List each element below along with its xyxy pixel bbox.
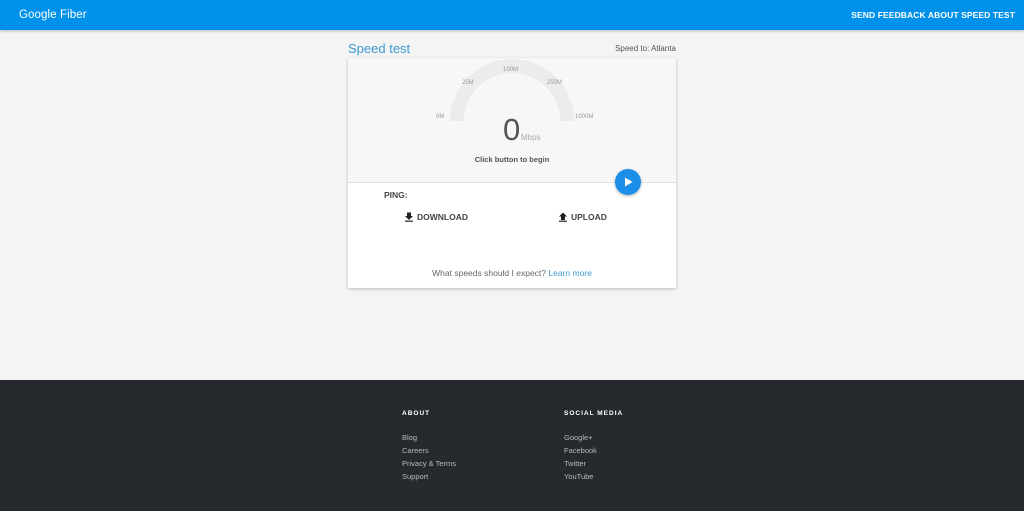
play-icon bbox=[625, 177, 633, 187]
footer-social-column: SOCIAL MEDIA Google+ Facebook Twitter Yo… bbox=[564, 410, 623, 483]
gauge-tick-0m: 0M bbox=[436, 114, 445, 120]
gauge-status-text: Click button to begin bbox=[474, 155, 550, 164]
footer-link-google-plus[interactable]: Google+ bbox=[564, 431, 623, 444]
send-feedback-link[interactable]: SEND FEEDBACK ABOUT SPEED TEST bbox=[851, 10, 1015, 20]
gauge-panel: 0M 25M 100M 250M 1000M 0 Mbps Click butt… bbox=[348, 58, 676, 183]
gauge-tick-25m: 25M bbox=[462, 80, 474, 86]
speed-to-server: Speed to: Atlanta bbox=[615, 43, 676, 53]
upload-label: UPLOAD bbox=[571, 212, 607, 222]
footer-link-facebook[interactable]: Facebook bbox=[564, 444, 623, 457]
speed-test-card: 0M 25M 100M 250M 1000M 0 Mbps Click butt… bbox=[348, 58, 676, 288]
footer-link-careers[interactable]: Careers bbox=[402, 444, 456, 457]
footer-link-youtube[interactable]: YouTube bbox=[564, 470, 623, 483]
top-bar: Google Fiber SEND FEEDBACK ABOUT SPEED T… bbox=[0, 0, 1024, 30]
page-title: Speed test bbox=[348, 40, 411, 56]
footer-about-heading: ABOUT bbox=[402, 410, 431, 417]
expect-question: What speeds should I expect? bbox=[432, 268, 547, 278]
download-icon bbox=[405, 212, 413, 222]
upload-icon bbox=[559, 212, 567, 222]
footer-about-column: ABOUT Blog Careers Privacy & Terms Suppo… bbox=[402, 410, 456, 483]
gauge-tick-250m: 250M bbox=[547, 80, 563, 86]
footer-link-twitter[interactable]: Twitter bbox=[564, 457, 623, 470]
footer-link-blog[interactable]: Blog bbox=[402, 431, 456, 444]
download-label: DOWNLOAD bbox=[417, 212, 468, 222]
speed-value: 0 bbox=[503, 112, 521, 147]
brand-logo[interactable]: Google Fiber bbox=[19, 9, 87, 21]
upload-result: UPLOAD bbox=[558, 212, 607, 222]
footer-social-heading: SOCIAL MEDIA bbox=[564, 410, 624, 417]
gauge-tick-1000m: 1000M bbox=[575, 114, 594, 120]
ping-label: PING: bbox=[384, 190, 408, 200]
heading-row: Speed test Speed to: Atlanta bbox=[348, 39, 676, 57]
gauge-tick-100m: 100M bbox=[503, 67, 519, 73]
footer-link-support[interactable]: Support bbox=[402, 470, 456, 483]
expect-speeds-text: What speeds should I expect? Learn more bbox=[348, 268, 676, 278]
footer: ABOUT Blog Careers Privacy & Terms Suppo… bbox=[0, 380, 1024, 511]
footer-link-privacy-terms[interactable]: Privacy & Terms bbox=[402, 457, 456, 470]
start-test-button[interactable] bbox=[615, 169, 641, 195]
learn-more-link[interactable]: Learn more bbox=[548, 268, 591, 278]
download-result: DOWNLOAD bbox=[404, 212, 468, 222]
speed-unit: Mbps bbox=[521, 133, 541, 142]
